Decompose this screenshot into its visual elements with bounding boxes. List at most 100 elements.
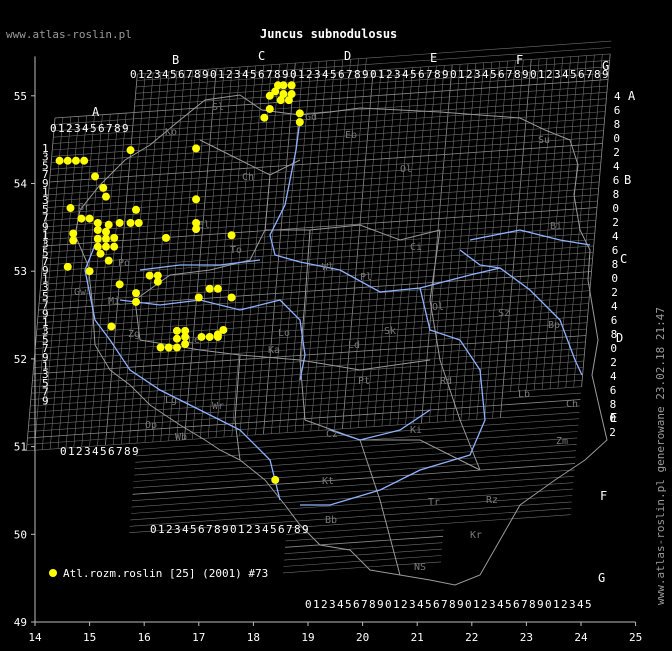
grid-digit: 4 xyxy=(612,230,619,243)
grid-digit: 7 xyxy=(361,598,368,611)
occurrence-dot xyxy=(66,204,75,213)
x-tick-label: 24 xyxy=(574,631,588,644)
grid-digit: 1 xyxy=(238,523,245,536)
region-label: Gd xyxy=(305,112,317,123)
grid-digit: 8 xyxy=(594,68,601,81)
grid-digit: 5 xyxy=(570,68,577,81)
region-label: Zg xyxy=(128,329,140,340)
grid-line xyxy=(129,495,573,527)
occurrence-dot xyxy=(93,242,102,251)
y-tick-label: 54 xyxy=(14,178,28,191)
grid-row-letter: C xyxy=(620,252,627,266)
occurrence-dot xyxy=(279,81,288,90)
grid-column-letter: B xyxy=(172,53,179,67)
grid-line xyxy=(34,322,588,362)
region-label: Ci xyxy=(410,242,422,253)
x-tick-label: 21 xyxy=(411,631,424,644)
grid-digit: 9 xyxy=(377,598,384,611)
grid-digit: 8 xyxy=(614,118,621,131)
y-tick-label: 51 xyxy=(14,441,27,454)
grid-digit: 6 xyxy=(198,523,205,536)
grid-digit: 4 xyxy=(610,370,617,383)
occurrence-dot xyxy=(192,195,201,204)
grid-digit: 0 xyxy=(290,68,297,81)
occurrence-dot xyxy=(205,332,214,341)
occurrence-dot xyxy=(110,242,119,251)
grid-digit: 4 xyxy=(162,68,169,81)
grid-digit: 5 xyxy=(250,68,257,81)
x-tick-label: 18 xyxy=(247,631,260,644)
grid-digit: 2 xyxy=(66,122,73,135)
grid-digit: 6 xyxy=(610,384,617,397)
occurrence-dot xyxy=(115,218,124,227)
grid-line xyxy=(285,535,444,548)
grid-digit: 1 xyxy=(68,445,75,458)
grid-digit: 8 xyxy=(610,398,617,411)
region-label: Gr xyxy=(78,202,90,213)
region-label: Wl xyxy=(322,262,334,273)
occurrence-dot xyxy=(115,280,124,289)
grid-digit: 2 xyxy=(481,598,488,611)
grid-digit: 4 xyxy=(402,68,409,81)
grid-line xyxy=(131,476,574,508)
grid-digit: 8 xyxy=(294,523,301,536)
grid-digit: 3 xyxy=(254,523,261,536)
region-label: Zm xyxy=(556,436,568,447)
grid-line xyxy=(46,181,600,221)
grid-digit: 4 xyxy=(417,598,424,611)
grid-digit: 4 xyxy=(182,523,189,536)
grid-digit: 1 xyxy=(158,523,165,536)
occurrence-dot xyxy=(55,156,64,165)
grid-digit: 2 xyxy=(466,68,473,81)
occurrence-dot xyxy=(213,284,222,293)
grid-line xyxy=(44,200,598,240)
x-tick-label: 20 xyxy=(356,631,369,644)
grid-digit: 0 xyxy=(230,523,237,536)
occurrence-dot xyxy=(145,271,154,280)
occurrence-dot xyxy=(132,289,141,298)
occurrence-dot xyxy=(93,218,102,227)
grid-digit: 7 xyxy=(506,68,513,81)
grid-digit: 9 xyxy=(282,68,289,81)
grid-digit: 3 xyxy=(329,598,336,611)
grid-digit: 9 xyxy=(522,68,529,81)
occurrence-dot xyxy=(227,231,236,240)
grid-line xyxy=(134,437,578,469)
grid-digit: 4 xyxy=(614,90,621,103)
occurrence-dot xyxy=(107,322,116,331)
grid-digit: 7 xyxy=(266,68,273,81)
region-label: Bi xyxy=(550,221,562,232)
occurrence-dot xyxy=(295,109,304,118)
grid-digit: 1 xyxy=(298,68,305,81)
grid-line xyxy=(285,529,444,542)
occurrence-dot xyxy=(153,277,162,286)
grid-digit: 2 xyxy=(386,68,393,81)
occurrence-dot xyxy=(126,218,135,227)
grid-digit: 6 xyxy=(178,68,185,81)
occurrence-dot xyxy=(284,96,293,105)
grid-digit: 2 xyxy=(401,598,408,611)
grid-digit: 2 xyxy=(146,68,153,81)
grid-digit: 1 xyxy=(218,68,225,81)
grid-digit: 7 xyxy=(521,598,528,611)
occurrence-dot xyxy=(132,297,141,306)
occurrence-dot xyxy=(126,146,135,155)
grid-digit: 6 xyxy=(353,598,360,611)
grid-digit: 8 xyxy=(354,68,361,81)
region-label: Ki xyxy=(410,425,422,436)
grid-digit: 5 xyxy=(90,122,97,135)
grid-digit: 4 xyxy=(322,68,329,81)
region-label: Kt xyxy=(322,476,334,487)
region-label: Rd xyxy=(440,376,452,387)
legend-label: Atl.rozm.roslin [25] (2001) #73 xyxy=(63,567,268,580)
grid-digit: 7 xyxy=(106,122,113,135)
grid-line xyxy=(135,431,578,463)
grid-digit: 0 xyxy=(305,598,312,611)
grid-digit: 3 xyxy=(474,68,481,81)
grid-column-letter: A xyxy=(92,105,100,119)
region-label: Ka xyxy=(268,345,280,356)
occurrence-dot xyxy=(227,293,236,302)
y-tick-label: 49 xyxy=(14,616,27,629)
grid-digit: 6 xyxy=(612,244,619,257)
x-tick-label: 25 xyxy=(629,631,642,644)
